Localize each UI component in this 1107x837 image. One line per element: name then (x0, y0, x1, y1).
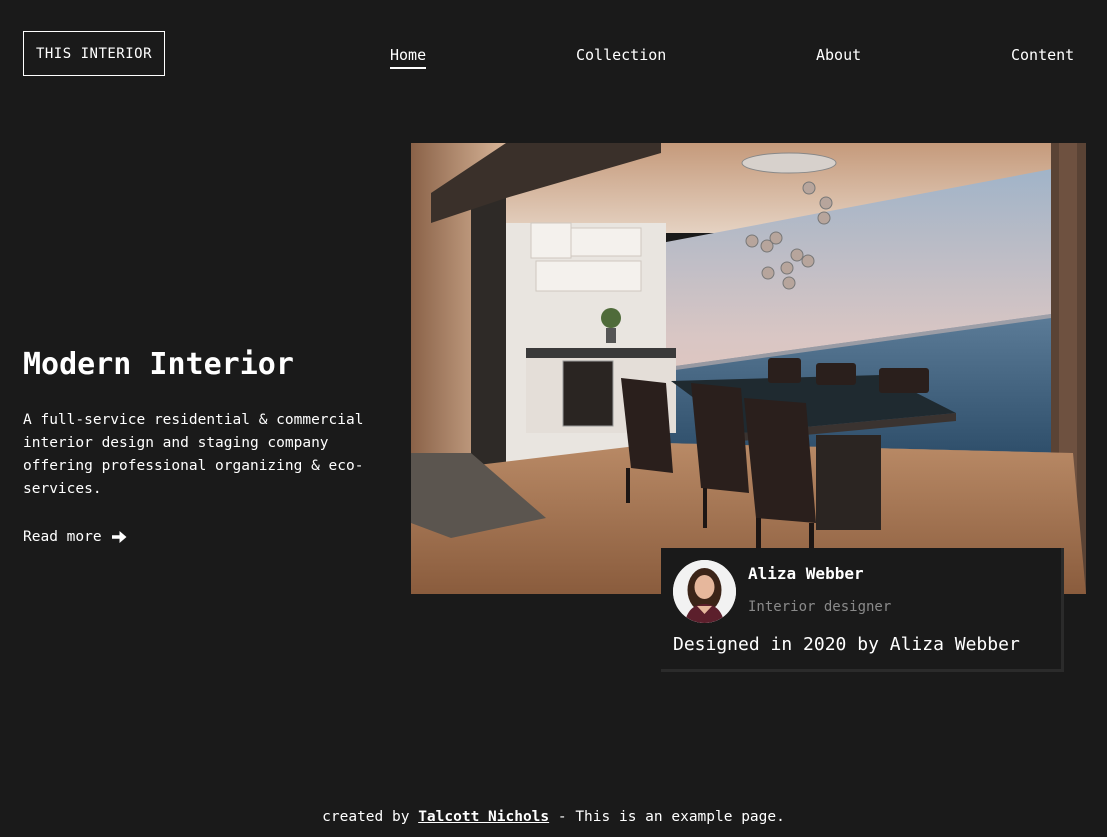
designer-avatar[interactable] (673, 560, 736, 623)
hero-title: Modern Interior (23, 347, 294, 382)
designed-credit: Designed in 2020 by Aliza Webber (673, 634, 1020, 655)
footer-prefix: created by (322, 809, 419, 825)
designer-card: Aliza Webber Interior designer Designed … (661, 548, 1064, 672)
footer-suffix: - This is an example page. (549, 809, 785, 825)
designer-name: Aliza Webber (748, 564, 864, 583)
footer: created by Talcott Nichols - This is an … (0, 807, 1107, 827)
page: THIS INTERIOR Home Collection About Cont… (0, 0, 1107, 837)
read-more-label: Read more (23, 529, 102, 545)
nav-item-content[interactable]: Content (1011, 46, 1074, 64)
footer-author-link[interactable]: Talcott Nichols (418, 809, 549, 825)
designer-role: Interior designer (748, 599, 892, 615)
nav-item-collection[interactable]: Collection (576, 46, 666, 64)
hero-image (411, 143, 1086, 594)
read-more-link[interactable]: Read more (23, 526, 128, 548)
arrow-right-icon (110, 528, 128, 546)
site-logo[interactable]: THIS INTERIOR (23, 31, 165, 76)
hero-description: A full-service residential & commercial … (23, 412, 364, 497)
nav-item-home[interactable]: Home (390, 46, 427, 69)
nav-item-about[interactable]: About (816, 46, 861, 64)
